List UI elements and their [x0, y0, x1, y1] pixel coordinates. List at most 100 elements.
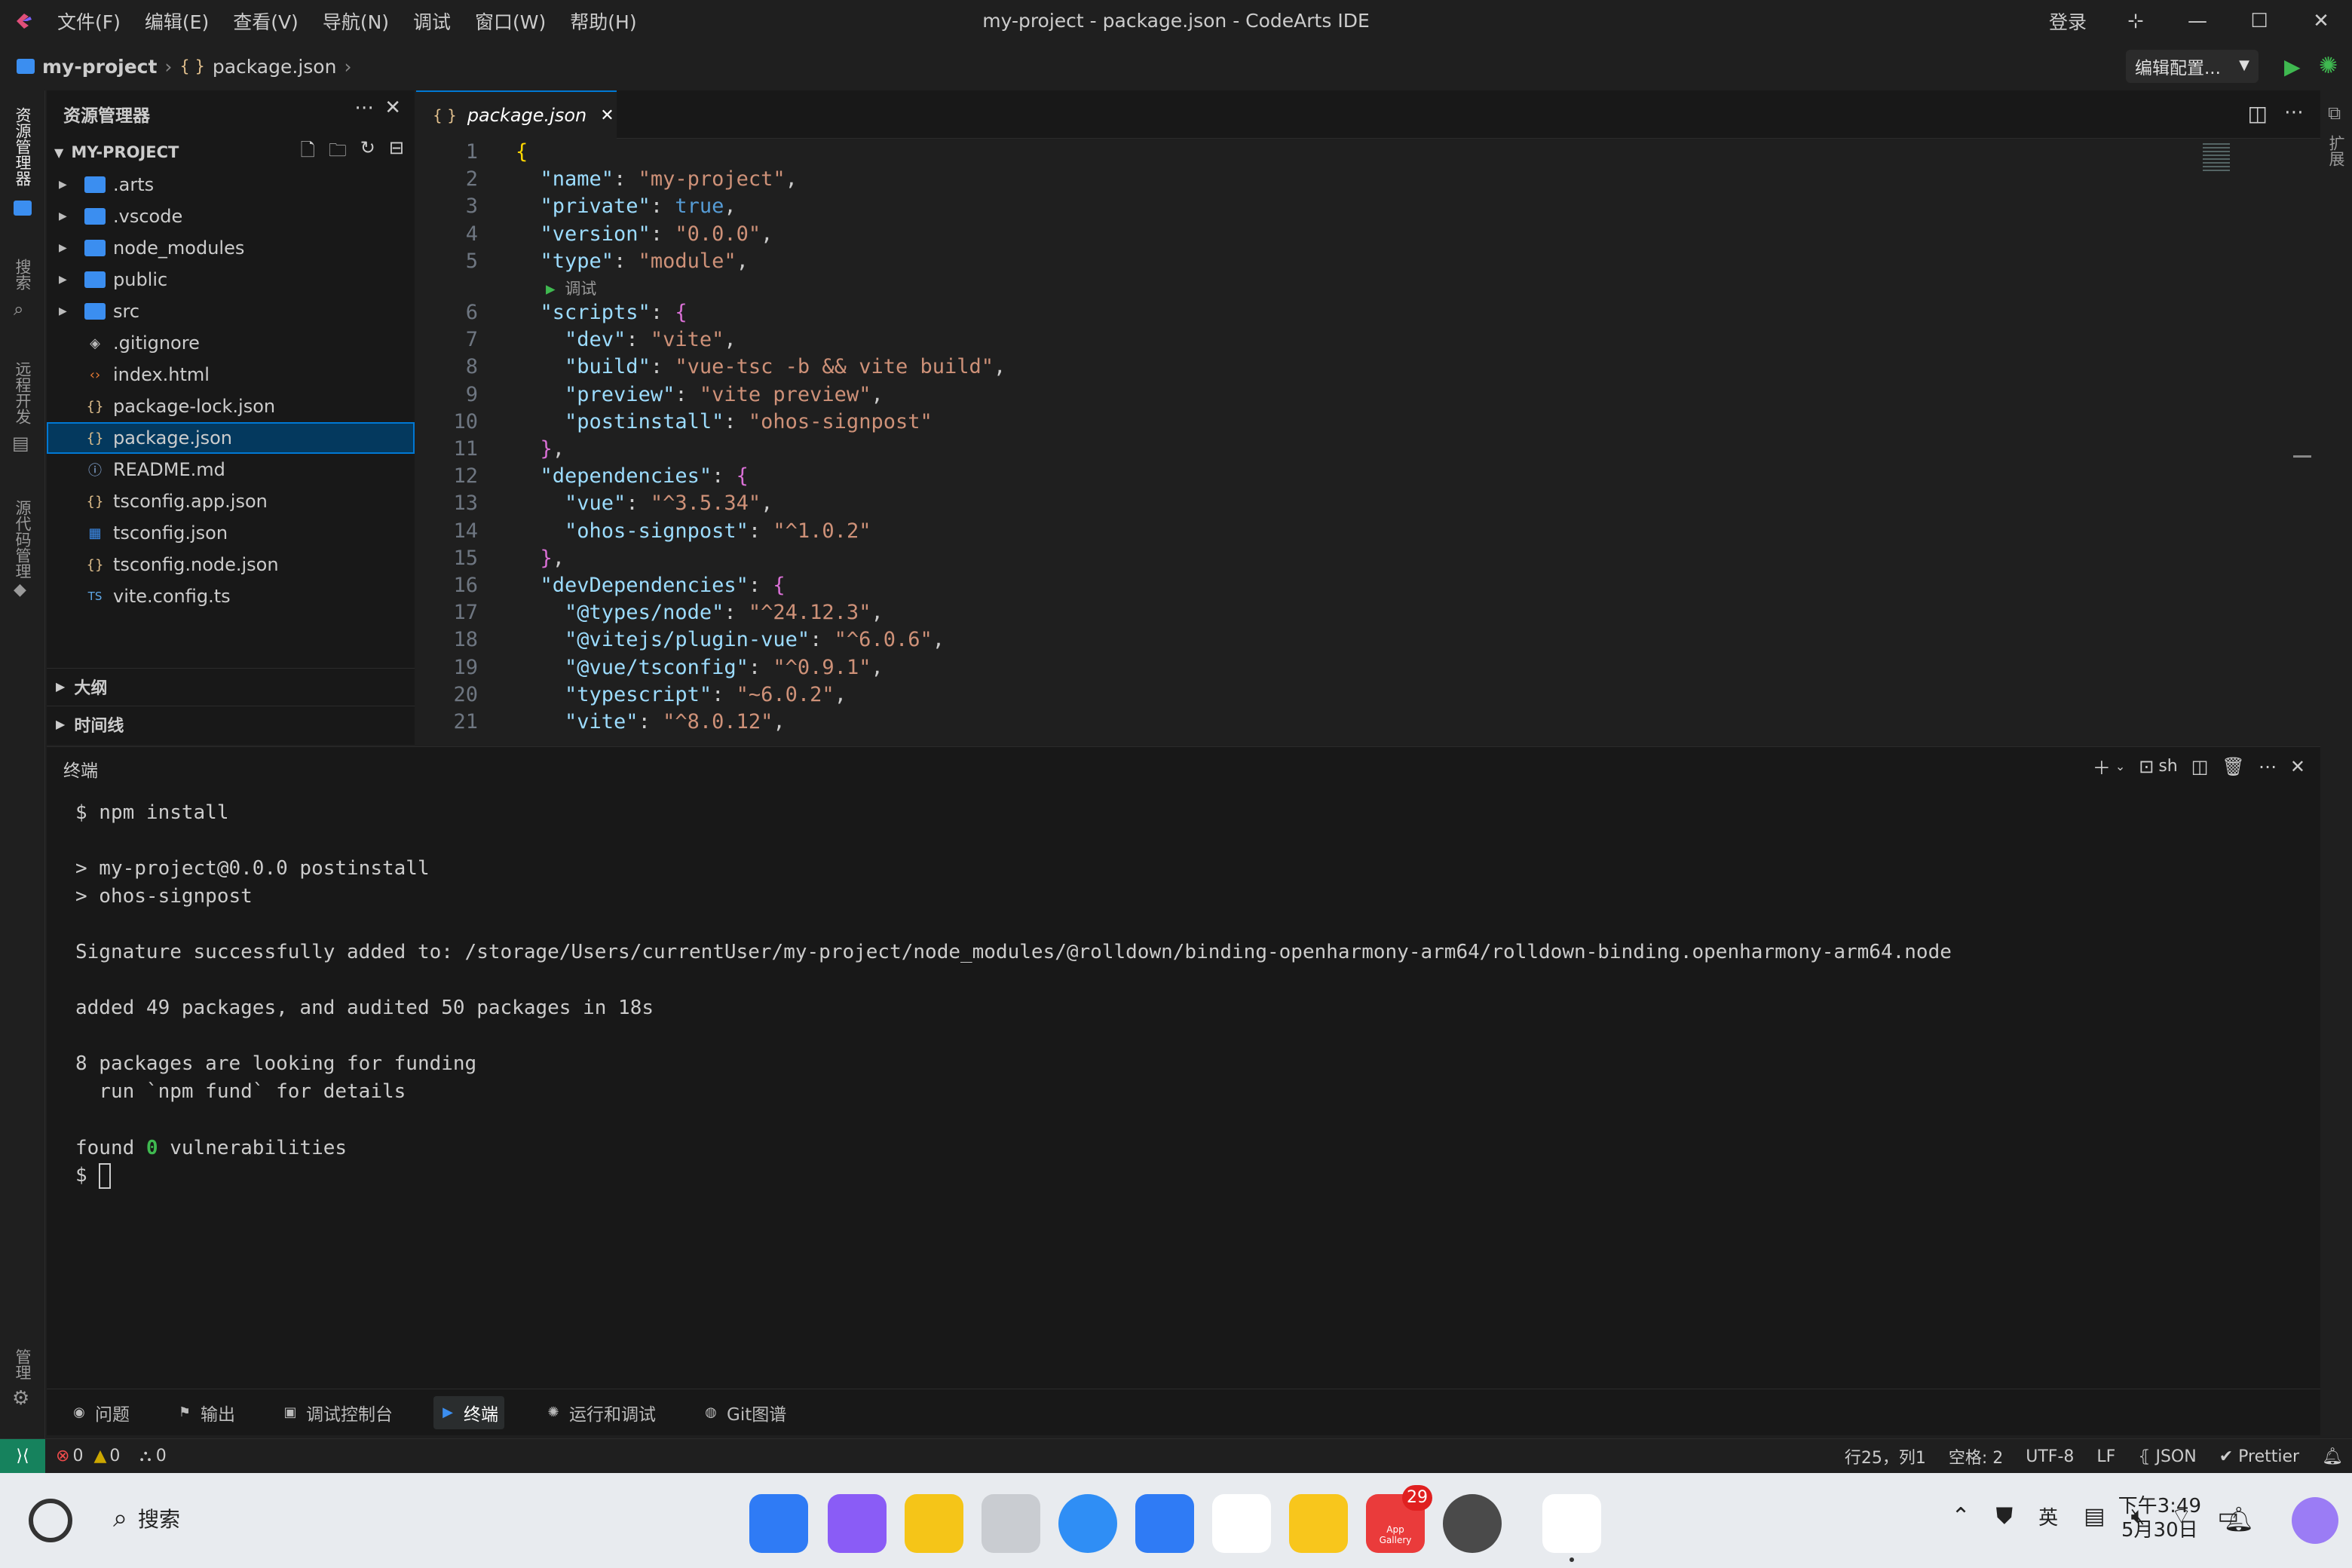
taskbar-search[interactable]: ⌕ 搜索	[113, 1503, 180, 1533]
debug-codelens[interactable]: ▶ 调试	[546, 277, 596, 299]
panel-tab[interactable]: ✺ 运行和调试	[539, 1396, 662, 1429]
run-config-select[interactable]: 编辑配置... ▼	[2126, 50, 2259, 83]
tree-file[interactable]: ⓘ README.md	[47, 454, 415, 485]
split-terminal-icon[interactable]: ◫	[2191, 756, 2209, 777]
add-terminal-icon[interactable]: ＋	[2093, 753, 2111, 779]
menu-debug[interactable]: 调试	[413, 8, 451, 35]
error-icon[interactable]: ⊗	[56, 1447, 69, 1465]
indentation[interactable]: 空格: 2	[1949, 1444, 2003, 1468]
tab-package-json[interactable]: { } package.json ✕	[416, 90, 617, 139]
menu-view[interactable]: 查看(V)	[233, 8, 299, 35]
tree-file[interactable]: ◈ .gitignore	[47, 327, 415, 359]
tree-folder[interactable]: ▶ .vscode	[47, 201, 415, 232]
panel-tab[interactable]: ▣ 调试控制台	[276, 1396, 399, 1429]
app-launcher-icon[interactable]	[749, 1494, 808, 1553]
end-of-line[interactable]: LF	[2096, 1447, 2115, 1466]
remote-icon[interactable]: ▤	[12, 433, 29, 454]
chevron-up-icon[interactable]: ⌃	[1952, 1503, 1971, 1530]
warning-icon[interactable]: ▲	[93, 1447, 106, 1465]
refresh-icon[interactable]: ↻	[360, 137, 375, 168]
login-button[interactable]: 登录	[2031, 0, 2105, 42]
more-actions-icon[interactable]: ⋯	[354, 96, 374, 119]
tree-file[interactable]: ‹› index.html	[47, 359, 415, 390]
tree-file[interactable]: TS vite.config.ts	[47, 580, 415, 612]
assistant-icon[interactable]	[2292, 1497, 2338, 1544]
menu-edit[interactable]: 编辑(E)	[145, 8, 209, 35]
panel-tab[interactable]: ▶ 终端	[433, 1395, 504, 1429]
debug-run-icon[interactable]: ✺	[2319, 53, 2338, 79]
explorer-icon[interactable]	[14, 201, 32, 216]
panel-tab[interactable]: ⚑ 输出	[170, 1396, 241, 1429]
multitask-icon[interactable]	[828, 1494, 887, 1553]
panel-tab[interactable]: ◍ Git图谱	[697, 1396, 792, 1429]
close-icon[interactable]: ✕	[384, 96, 401, 119]
start-button[interactable]	[29, 1499, 72, 1542]
cursor-position[interactable]: 行25，列1	[1845, 1444, 1926, 1468]
breadcrumb-file[interactable]: package.json	[213, 56, 337, 78]
split-editor-icon[interactable]: ◫	[2248, 101, 2268, 126]
ports-count[interactable]: 0	[156, 1447, 167, 1465]
panel-tab[interactable]: ◉ 问题	[65, 1396, 136, 1429]
menu-help[interactable]: 帮助(H)	[570, 8, 636, 35]
notification-bell-icon[interactable]: 🔔︎	[2223, 1505, 2254, 1533]
photos-icon[interactable]	[1212, 1494, 1271, 1553]
collapse-all-icon[interactable]: ⊟	[389, 137, 404, 168]
clipboard-icon[interactable]: ▤	[2084, 1503, 2105, 1530]
chevron-down-icon[interactable]: ⌄	[2115, 759, 2125, 773]
browser-icon[interactable]	[1058, 1494, 1117, 1553]
tree-file[interactable]: {} tsconfig.node.json	[47, 549, 415, 580]
app-gallery-icon[interactable]: App Gallery 29	[1366, 1485, 1432, 1553]
notes-icon[interactable]	[1289, 1494, 1348, 1553]
encoding[interactable]: UTF-8	[2026, 1447, 2074, 1466]
menu-file[interactable]: 文件(F)	[57, 8, 121, 35]
activity-scm[interactable]: 源代码管理	[0, 482, 45, 596]
code-editor[interactable]: 1{2 "name": "my-project", 3 "private": tr…	[416, 139, 2320, 745]
files-icon[interactable]	[905, 1494, 963, 1553]
timeline-section[interactable]: ▶ 时间线	[47, 706, 415, 742]
minimize-icon[interactable]: —	[2167, 0, 2228, 42]
mail-icon[interactable]	[1135, 1494, 1194, 1553]
tree-folder[interactable]: ▶ .arts	[47, 169, 415, 201]
ime-indicator[interactable]: 英	[2038, 1502, 2058, 1530]
tree-folder[interactable]: ▶ node_modules	[47, 232, 415, 264]
terminal-prompt[interactable]: $	[75, 1162, 112, 1189]
new-file-icon[interactable]: 🗋	[300, 137, 314, 168]
source-control-icon[interactable]: ◆	[14, 580, 26, 599]
shell-name[interactable]: sh	[2158, 757, 2177, 776]
menu-navigate[interactable]: 导航(N)	[323, 8, 389, 35]
settings-app-icon[interactable]	[1443, 1494, 1502, 1553]
run-icon[interactable]: ▶	[2284, 54, 2301, 79]
warning-count[interactable]: 0	[109, 1447, 120, 1465]
extensions-icon[interactable]: ⧉	[2328, 103, 2341, 124]
codearts-app-icon[interactable]	[1542, 1494, 1601, 1553]
clock[interactable]: 下午3:49 5月30日	[2118, 1494, 2201, 1542]
language-mode[interactable]: ⦃ JSON	[2138, 1447, 2196, 1466]
trash-icon[interactable]: 🗑	[2222, 756, 2244, 777]
minimap[interactable]	[2203, 143, 2230, 173]
bell-icon[interactable]: 🔔︎	[2322, 1447, 2343, 1466]
remote-indicator[interactable]: ⟩⟨	[0, 1438, 45, 1474]
activity-explorer[interactable]: 资源管理器	[0, 101, 45, 191]
project-root-row[interactable]: ▼ MY-PROJECT 🗋 🗀 ↻ ⊟	[47, 137, 415, 167]
outline-section[interactable]: ▶ 大纲	[47, 668, 415, 704]
layout-toggle-icon[interactable]: ⊹	[2105, 0, 2167, 42]
ports-icon[interactable]: ⛬	[139, 1447, 151, 1465]
activity-remote[interactable]: 远程开发	[0, 351, 45, 434]
close-window-icon[interactable]: ✕	[2290, 0, 2352, 42]
tree-folder[interactable]: ▶ src	[47, 296, 415, 327]
close-tab-icon[interactable]: ✕	[600, 106, 614, 125]
gear-icon[interactable]: ⚙	[12, 1387, 29, 1410]
tree-file[interactable]: {} package.json	[47, 422, 415, 454]
trash-app-icon[interactable]	[982, 1494, 1040, 1553]
tree-file[interactable]: {} package-lock.json	[47, 390, 415, 422]
more-actions-icon[interactable]: ⋯	[2259, 756, 2277, 777]
new-folder-icon[interactable]: 🗀	[329, 137, 347, 168]
error-count[interactable]: 0	[72, 1447, 83, 1465]
search-icon[interactable]: ⌕	[14, 299, 23, 320]
activity-search[interactable]: 搜索	[0, 252, 45, 297]
menu-window[interactable]: 窗口(W)	[475, 8, 546, 35]
formatter[interactable]: ✔ Prettier	[2219, 1447, 2299, 1466]
tree-file[interactable]: {} tsconfig.app.json	[47, 485, 415, 517]
shield-icon[interactable]: ⛊	[1996, 1503, 2014, 1530]
activity-extensions[interactable]: 扩展	[2320, 128, 2352, 173]
